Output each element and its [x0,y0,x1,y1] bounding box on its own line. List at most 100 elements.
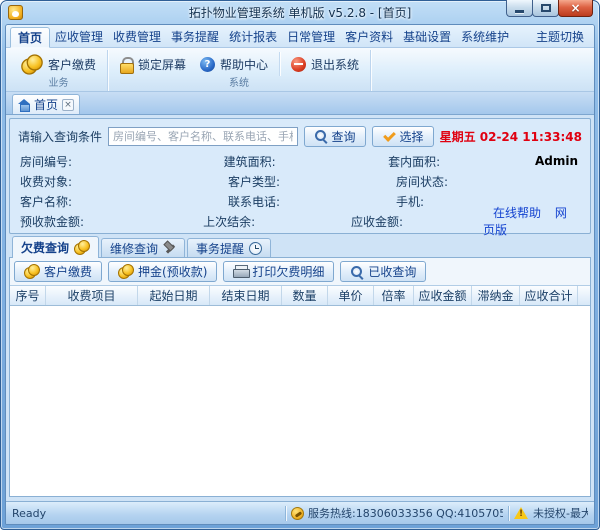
window: 拓扑物业管理系统 单机版 v5.2.8 - [首页] × 首页 应收管理 收费管… [0,0,600,530]
close-button[interactable]: × [558,0,593,17]
tab-repair-query[interactable]: 维修查询 [101,238,185,257]
tab-close-icon[interactable]: × [62,99,74,111]
exit-icon [291,57,306,72]
ribbon-tab-reminders[interactable]: 事务提醒 [166,27,224,48]
column-header-late-fee[interactable]: 滞纳金 [472,286,520,305]
field-label-customer-type: 客户类型: [228,173,396,190]
exit-system-button[interactable]: 退出系统 [286,54,364,75]
print-arrears-button[interactable]: 打印欠费明细 [223,261,334,282]
coins-icon [118,264,134,279]
column-header-rate[interactable]: 倍率 [374,286,414,305]
help-center-label: 帮助中心 [220,56,268,73]
titlebar: 拓扑物业管理系统 单机版 v5.2.8 - [首页] × [5,1,595,24]
close-icon: × [570,2,580,14]
printer-icon [233,265,248,278]
search-input[interactable] [108,127,298,146]
ribbon-tab-customers[interactable]: 客户资料 [340,27,398,48]
print-arrears-label: 打印欠费明细 [252,263,324,280]
column-header-start-date[interactable]: 起始日期 [138,286,210,305]
status-license-section: 未授权-最大允许房间数50户 [514,505,588,521]
select-button[interactable]: 选择 [372,126,434,147]
help-center-button[interactable]: 帮助中心 [195,54,273,75]
home-page-icon [18,99,30,111]
check-icon [382,130,396,143]
ribbon-tab-settings[interactable]: 基础设置 [398,27,456,48]
ribbon-group-business: 客户缴费 业务 [10,50,108,91]
form-row-2: 收费对象: 客户类型: 房间状态: [18,171,582,191]
ribbon-group-system: 锁定屏幕 帮助中心 退出系统 系统 [108,50,371,91]
column-header-total[interactable]: 应收合计 [520,286,578,305]
tool-icon [163,242,176,255]
deposit-button[interactable]: 押金(预收款) [108,261,217,282]
clock-icon [249,242,262,255]
datetime-display: 星期五 02-24 11:33:48 [440,128,582,145]
ribbon-tab-home[interactable]: 首页 [10,27,50,48]
maximize-icon [541,4,551,12]
ribbon-tab-receivables[interactable]: 应收管理 [50,27,108,48]
search-icon [314,129,328,143]
customer-pay-toolbar-button[interactable]: 客户缴费 [14,261,102,282]
tab-arrears-query[interactable]: 欠费查询 [12,236,99,258]
form-row-1: 房间编号: 建筑面积: 套内面积: Admin [18,151,582,171]
status-ready: Ready [12,507,280,520]
hotline-text: 服务热线:18306033356 QQ:410570560 [308,505,503,521]
status-hotline-section: 服务热线:18306033356 QQ:410570560 [291,505,503,521]
group-label-business: 业务 [16,78,101,91]
column-header-end-date[interactable]: 结束日期 [210,286,282,305]
grid-header: 序号 收费项目 起始日期 结束日期 数量 单价 倍率 应收金额 滞纳金 应收合计 [10,285,590,306]
ribbon: 客户缴费 业务 锁定屏幕 帮助中心 [6,48,594,92]
field-label-fee-target: 收费对象: [18,173,228,190]
minimize-button[interactable] [506,0,533,17]
column-header-filler [578,286,590,305]
summary-panel: 请输入查询条件 查询 选择 星期五 02-24 11:33:48 房间编号: 建… [9,118,591,234]
column-header-quantity[interactable]: 数量 [282,286,328,305]
lock-icon [119,57,133,72]
column-header-fee-item[interactable]: 收费项目 [46,286,138,305]
current-user: Admin [535,154,582,168]
statusbar: Ready 服务热线:18306033356 QQ:410570560 未授权-… [6,501,594,524]
query-tab-bar: 欠费查询 维修查询 事务提醒 [6,234,594,257]
customer-pay-label: 客户缴费 [48,56,96,73]
tab-reminder[interactable]: 事务提醒 [187,238,271,257]
license-text: 未授权-最大允许房间数50户 [533,505,588,521]
column-header-index[interactable]: 序号 [10,286,46,305]
app-icon[interactable] [8,5,23,20]
arrears-tab-label: 欠费查询 [21,239,69,256]
ribbon-tab-bar: 首页 应收管理 收费管理 事务提醒 统计报表 日常管理 客户资料 基础设置 系统… [6,25,594,48]
statusbar-separator [508,506,509,521]
client-area: 首页 应收管理 收费管理 事务提醒 统计报表 日常管理 客户资料 基础设置 系统… [5,24,595,525]
form-row-4: 预收款金额: 上次结余: 应收金额: 在线帮助 网页版 [18,211,582,231]
exit-system-label: 退出系统 [311,56,359,73]
arrears-toolbar: 客户缴费 押金(预收款) 打印欠费明细 已收查询 [10,258,590,285]
query-button[interactable]: 查询 [304,126,366,147]
warning-icon [514,506,529,520]
coins-icon [74,240,90,255]
lock-screen-button[interactable]: 锁定屏幕 [114,54,191,75]
customer-pay-toolbar-label: 客户缴费 [44,263,92,280]
online-help-link[interactable]: 在线帮助 [493,206,541,220]
column-header-receivable[interactable]: 应收金额 [414,286,472,305]
field-label-room-no: 房间编号: [18,153,224,170]
field-label-build-area: 建筑面积: [224,153,388,170]
help-icon [200,57,215,72]
reminder-tab-label: 事务提醒 [196,240,244,257]
field-label-inner-area: 套内面积: [388,153,535,170]
customer-pay-button[interactable]: 客户缴费 [16,54,101,75]
field-label-phone: 联系电话: [228,193,396,210]
column-header-unit-price[interactable]: 单价 [328,286,374,305]
ribbon-tab-daily[interactable]: 日常管理 [282,27,340,48]
select-button-label: 选择 [400,128,424,145]
document-tab-home[interactable]: 首页 × [12,94,80,114]
arrears-page: 客户缴费 押金(预收款) 打印欠费明细 已收查询 序号 收费项目 起始日 [9,257,591,497]
ribbon-tab-fees[interactable]: 收费管理 [108,27,166,48]
grid-body [10,306,590,496]
received-query-label: 已收查询 [368,263,416,280]
ribbon-tab-reports[interactable]: 统计报表 [224,27,282,48]
received-query-button[interactable]: 已收查询 [340,261,426,282]
theme-switch-button[interactable]: 主题切换 [530,27,590,48]
coins-icon [24,264,40,279]
repair-tab-label: 维修查询 [110,240,158,257]
group-label-system: 系统 [114,78,364,91]
maximize-button[interactable] [532,0,559,17]
ribbon-tab-maintenance[interactable]: 系统维护 [456,27,514,48]
